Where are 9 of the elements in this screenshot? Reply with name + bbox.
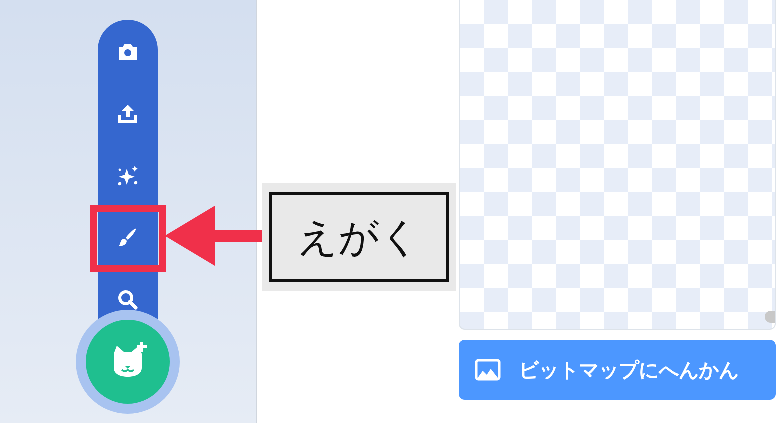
sparkle-icon — [117, 165, 139, 187]
camera-icon — [117, 42, 139, 62]
convert-to-bitmap-button[interactable]: ビットマップにへんかん — [459, 340, 776, 400]
upload-icon — [117, 103, 139, 125]
brush-icon — [117, 227, 139, 249]
callout-label: えがく — [269, 192, 449, 282]
image-icon — [475, 359, 501, 381]
search-icon — [117, 289, 139, 311]
scrollbar[interactable] — [765, 311, 775, 323]
